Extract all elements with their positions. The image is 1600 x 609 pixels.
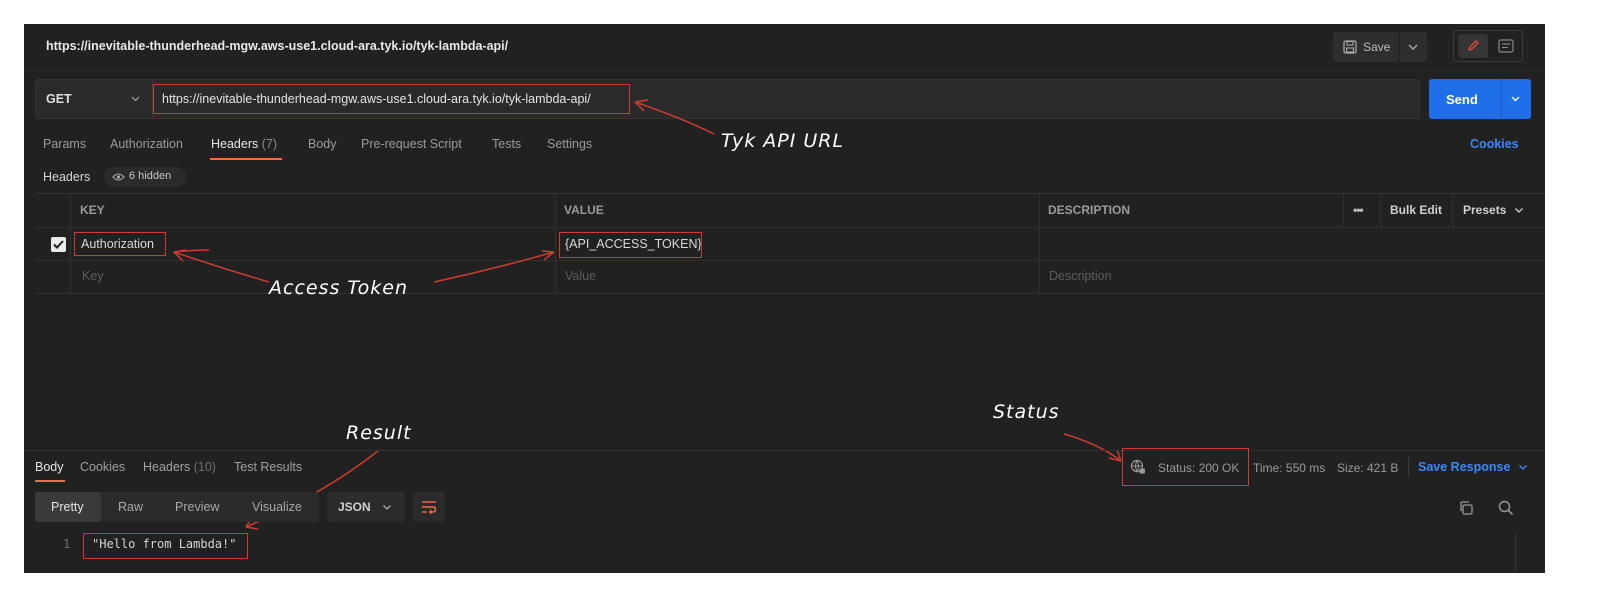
response-scrollbar[interactable] (1515, 534, 1516, 572)
save-response-label: Save Response (1418, 460, 1511, 474)
annotation-arrows (173, 99, 1122, 530)
status-highlight-box (1122, 448, 1249, 486)
response-size[interactable]: Size: 421 B (1337, 461, 1398, 475)
wrap-lines-icon (422, 501, 437, 514)
copy-icon[interactable] (1458, 500, 1474, 516)
response-tab-headers[interactable]: Headers (10) (143, 460, 216, 474)
view-visualize-button[interactable]: Visualize (252, 500, 302, 514)
result-highlight-box (83, 533, 248, 559)
wrap-lines-button[interactable] (413, 492, 445, 522)
annotation-status: Status (993, 401, 1060, 423)
postman-window: https://inevitable-thunderhead-mgw.aws-u… (24, 24, 1545, 573)
response-tab-cookies[interactable]: Cookies (80, 460, 125, 474)
search-icon[interactable] (1498, 500, 1514, 516)
response-divider (24, 450, 1545, 451)
response-format-select[interactable]: JSON (327, 492, 405, 522)
response-headers-count: (10) (193, 460, 216, 474)
annotation-url: Tyk API URL (721, 130, 845, 152)
annotation-result: Result (346, 422, 412, 444)
annotation-token: Access Token (269, 277, 409, 299)
save-response-button[interactable]: Save Response (1418, 460, 1527, 474)
line-number: 1 (63, 537, 71, 551)
response-tab-test-results[interactable]: Test Results (234, 460, 302, 474)
response-active-tab-indicator (35, 480, 65, 482)
chevron-down-icon (1518, 465, 1527, 470)
format-label: JSON (338, 500, 371, 514)
view-pretty-button[interactable]: Pretty (51, 500, 84, 514)
response-view-selector: Pretty Raw Preview Visualize (35, 492, 319, 522)
response-tab-headers-label: Headers (143, 460, 191, 474)
chevron-down-icon (383, 505, 391, 510)
view-raw-button[interactable]: Raw (118, 500, 143, 514)
response-time[interactable]: Time: 550 ms (1253, 461, 1325, 475)
status-divider (1408, 457, 1409, 477)
view-preview-button[interactable]: Preview (175, 500, 219, 514)
response-tab-body[interactable]: Body (35, 460, 64, 474)
